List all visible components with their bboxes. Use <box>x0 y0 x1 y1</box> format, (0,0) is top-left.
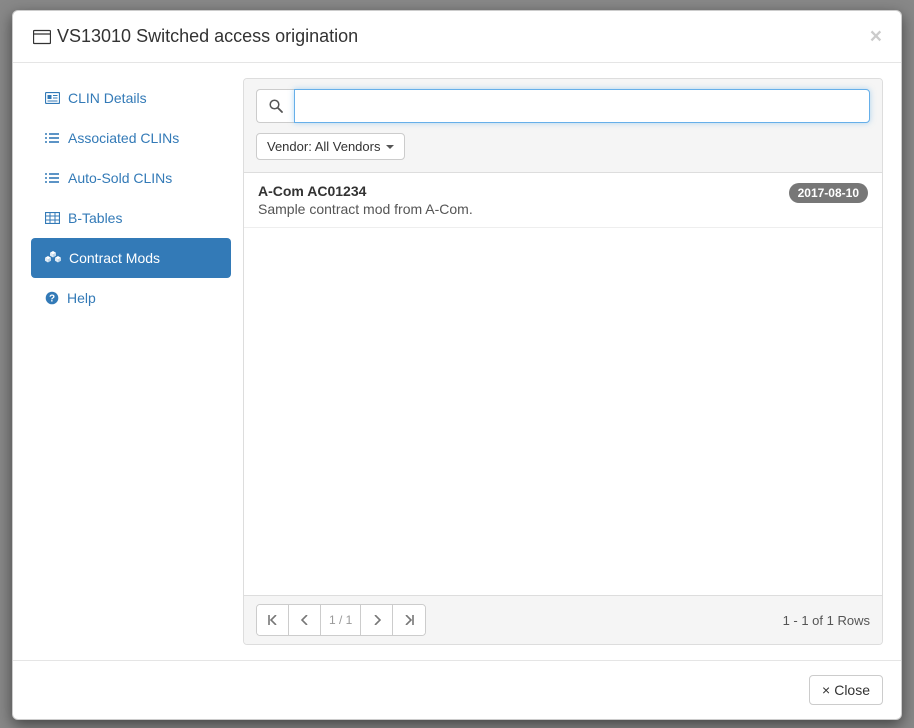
pager-last-button[interactable] <box>393 605 425 635</box>
modal-body: CLIN Details Associated CLINs <box>13 63 901 660</box>
list-item[interactable]: 2017-08-10 A-Com AC01234 Sample contract… <box>244 173 882 228</box>
list-icon <box>45 172 60 184</box>
sidebar-item-label: CLIN Details <box>68 90 147 106</box>
vendor-filter-button[interactable]: Vendor: All Vendors <box>256 133 405 160</box>
sidebar-item-clin-details[interactable]: CLIN Details <box>31 78 231 118</box>
pager: 1 / 1 <box>256 604 426 636</box>
filter-row: Vendor: All Vendors <box>256 133 870 160</box>
close-button[interactable]: × Close <box>809 675 883 705</box>
pager-next-button[interactable] <box>361 605 393 635</box>
close-button-label: Close <box>834 682 870 698</box>
list-icon <box>45 132 60 144</box>
table-icon <box>45 212 60 224</box>
results-panel: Vendor: All Vendors 2017-08-10 A-Com AC0… <box>243 78 883 645</box>
close-icon[interactable]: × <box>866 26 886 47</box>
pager-page-text: 1 / 1 <box>321 605 361 635</box>
close-x-icon: × <box>822 682 830 698</box>
pager-prev-button[interactable] <box>289 605 321 635</box>
first-page-icon <box>268 615 278 625</box>
last-page-icon <box>404 615 414 625</box>
sidebar-item-label: Associated CLINs <box>68 130 179 146</box>
sidebar-item-associated-clins[interactable]: Associated CLINs <box>31 118 231 158</box>
modal-footer: × Close <box>13 660 901 719</box>
search-input[interactable] <box>294 89 870 123</box>
svg-text:?: ? <box>49 294 55 305</box>
modal-header: VS13010 Switched access origination × <box>13 11 901 63</box>
item-title: A-Com AC01234 <box>258 183 868 199</box>
chevron-left-icon <box>301 615 309 625</box>
modal-dialog: VS13010 Switched access origination × CL… <box>12 10 902 720</box>
panel-toolbar: Vendor: All Vendors <box>244 79 882 173</box>
vendor-filter-label: Vendor: All Vendors <box>267 139 380 154</box>
help-icon: ? <box>45 291 59 305</box>
modal-title: VS13010 Switched access origination <box>33 26 358 47</box>
sidebar-item-label: Auto-Sold CLINs <box>68 170 172 186</box>
search-row <box>256 89 870 123</box>
caret-down-icon <box>386 145 394 149</box>
card-icon <box>45 92 60 104</box>
rows-info: 1 - 1 of 1 Rows <box>783 613 870 628</box>
pager-first-button[interactable] <box>257 605 289 635</box>
main-panel: Vendor: All Vendors 2017-08-10 A-Com AC0… <box>231 78 901 645</box>
sidebar-item-b-tables[interactable]: B-Tables <box>31 198 231 238</box>
item-description: Sample contract mod from A-Com. <box>258 201 868 217</box>
window-icon <box>33 29 51 45</box>
modal-title-text: VS13010 Switched access origination <box>57 26 358 47</box>
cubes-icon <box>45 251 61 265</box>
results-list: 2017-08-10 A-Com AC01234 Sample contract… <box>244 173 882 595</box>
panel-footer: 1 / 1 1 - 1 of 1 <box>244 595 882 644</box>
date-badge: 2017-08-10 <box>789 183 868 203</box>
sidebar-item-label: Help <box>67 290 96 306</box>
sidebar-item-contract-mods[interactable]: Contract Mods <box>31 238 231 278</box>
sidebar-item-auto-sold-clins[interactable]: Auto-Sold CLINs <box>31 158 231 198</box>
sidebar: CLIN Details Associated CLINs <box>13 78 231 645</box>
sidebar-item-help[interactable]: ? Help <box>31 278 231 318</box>
sidebar-item-label: B-Tables <box>68 210 122 226</box>
sidebar-item-label: Contract Mods <box>69 250 160 266</box>
search-icon <box>256 89 294 123</box>
chevron-right-icon <box>373 615 381 625</box>
